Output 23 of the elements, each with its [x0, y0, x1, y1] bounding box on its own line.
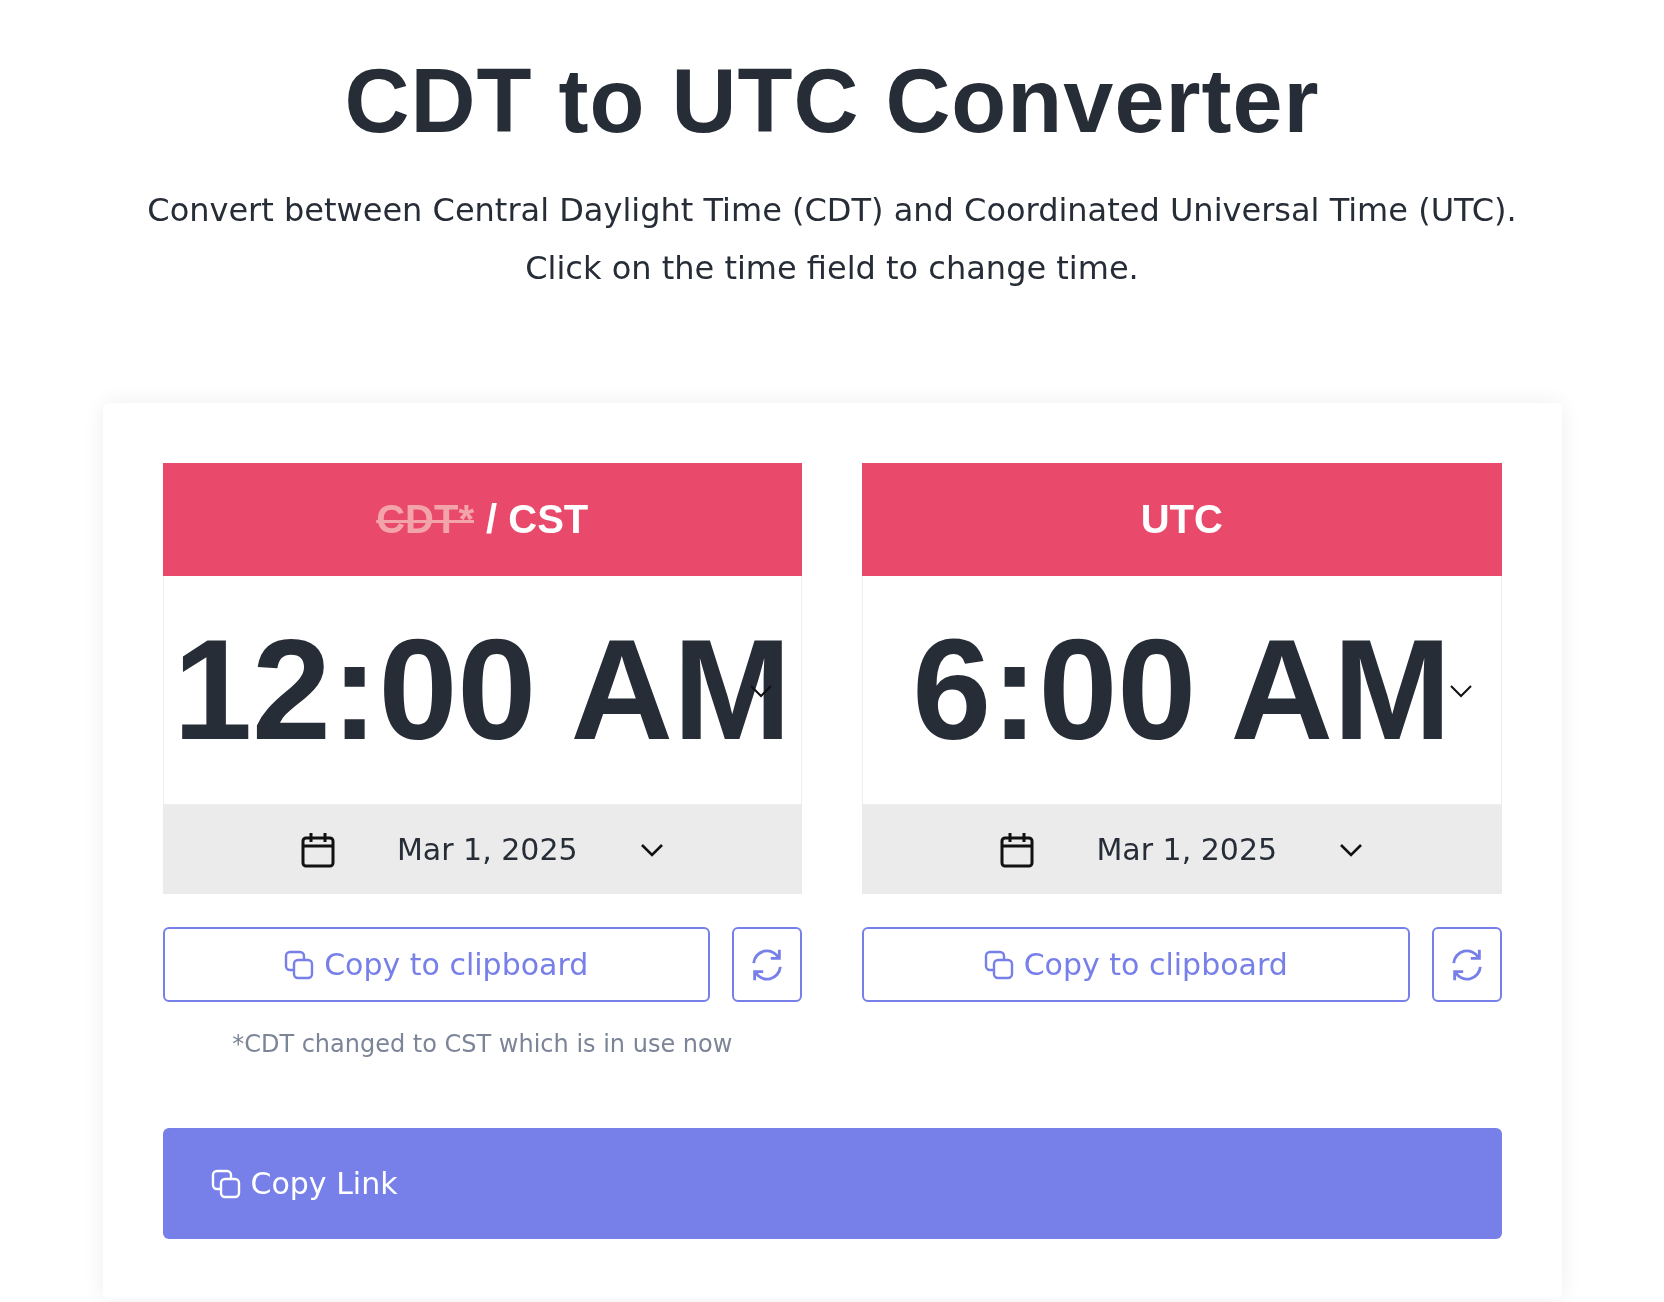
date-picker[interactable]: Mar 1, 2025: [162, 805, 802, 894]
copy-icon: [210, 1168, 241, 1199]
copy-link-button[interactable]: Copy Link: [162, 1128, 1502, 1239]
refresh-button[interactable]: [732, 927, 802, 1002]
chevron-down-icon: [1339, 842, 1364, 857]
copy-button[interactable]: Copy to clipboard: [162, 927, 710, 1002]
refresh-button[interactable]: [1431, 927, 1502, 1002]
subtitle-text: Click on the time field to change time.: [524, 248, 1140, 289]
chevron-down-icon: [749, 684, 773, 698]
copy-icon: [983, 949, 1014, 980]
calendar-icon: [300, 831, 335, 868]
subtitle-text: Convert between Central Daylight Time (CDT) and Coordinated Universal Time (UTC).: [146, 190, 1518, 231]
chevron-down-icon: [639, 842, 664, 857]
copy-icon: [284, 949, 315, 980]
zone-label: UTC: [1140, 497, 1223, 542]
note-text: *CDT changed to CST which is in use now: [231, 1030, 734, 1058]
copy-button[interactable]: Copy to clipboard: [862, 927, 1410, 1002]
page-title: CDT to UTC Converter: [343, 52, 1321, 151]
zone-label: / CST: [486, 497, 589, 542]
chevron-down-icon: [1448, 684, 1473, 698]
calendar-icon: [1000, 831, 1035, 868]
zone-label: CDT*: [376, 497, 474, 542]
date-picker[interactable]: Mar 1, 2025: [862, 805, 1502, 894]
